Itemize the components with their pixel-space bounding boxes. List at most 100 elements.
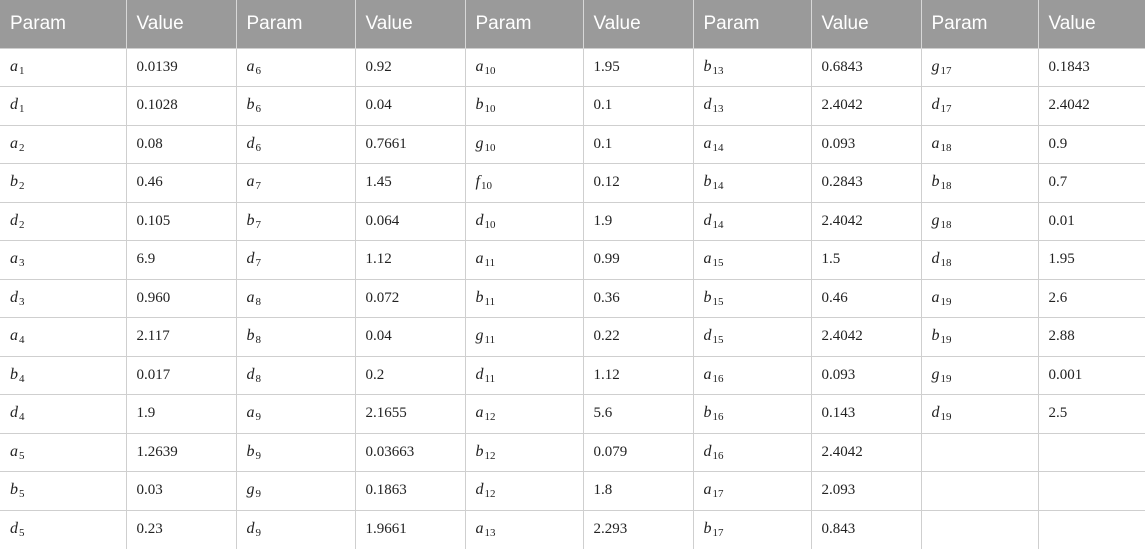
value-cell: 1.9 xyxy=(583,201,694,241)
param-cell: b5 xyxy=(0,471,127,510)
param-symbol: d xyxy=(246,520,255,537)
param-subscript: 8 xyxy=(255,334,262,347)
param-symbol: a xyxy=(703,250,712,268)
value-cell: 2.4042 xyxy=(811,432,922,472)
param-cell: d13 xyxy=(693,86,812,125)
param-cell: a9 xyxy=(236,394,356,433)
param-subscript: 2 xyxy=(19,218,25,231)
param-subscript: 10 xyxy=(480,180,492,193)
param-subscript: 4 xyxy=(19,372,25,385)
param-header: Param xyxy=(921,0,1039,48)
param-symbol: a xyxy=(703,365,712,383)
value-cell: 0.1 xyxy=(583,124,694,164)
param-cell: a14 xyxy=(693,124,812,164)
param-symbol: b xyxy=(703,57,712,75)
value-cell: 0.7 xyxy=(1038,163,1145,202)
value-cell: 0.1 xyxy=(583,86,694,125)
param-symbol: d xyxy=(931,404,940,422)
param-cell: a8 xyxy=(236,278,356,318)
param-cell: b19 xyxy=(921,317,1039,356)
param-cell: b14 xyxy=(693,163,812,202)
value-cell: 0.99 xyxy=(583,240,694,279)
table-row: d2 0.105 b7 0.064 d10 1.9 d14 2.4042 g18 0.01 xyxy=(0,201,1145,241)
value-cell: 2.6 xyxy=(1038,278,1145,318)
param-symbol: b xyxy=(246,327,255,345)
param-cell: b9 xyxy=(236,432,356,472)
param-subscript: 16 xyxy=(712,372,724,385)
table-row: a3 6.9 d7 1.12 a11 0.99 a15 1.5 d18 1.95 xyxy=(0,240,1145,279)
value-cell: 1.12 xyxy=(583,355,694,395)
value-cell: 0.1863 xyxy=(355,471,466,510)
param-cell: d12 xyxy=(465,471,584,510)
param-symbol: d xyxy=(931,96,940,114)
param-symbol: d xyxy=(475,211,484,229)
param-cell: a19 xyxy=(921,278,1039,318)
value-cell: 0.36 xyxy=(583,278,694,318)
value-cell: 0.46 xyxy=(811,278,922,318)
param-cell: a12 xyxy=(465,394,584,433)
param-cell: d19 xyxy=(921,394,1039,433)
param-symbol: a xyxy=(246,57,255,75)
value-cell: 1.8 xyxy=(583,471,694,510)
param-symbol: d xyxy=(10,404,18,422)
value-cell xyxy=(1038,509,1145,549)
param-symbol: d xyxy=(10,520,18,537)
value-cell: 0.064 xyxy=(355,201,466,241)
param-subscript: 13 xyxy=(712,64,724,77)
param-cell: b15 xyxy=(693,278,812,318)
param-symbol: f xyxy=(475,173,480,191)
param-subscript: 5 xyxy=(19,527,25,539)
value-cell: 1.95 xyxy=(1038,240,1145,279)
param-symbol: b xyxy=(10,173,18,191)
param-cell: d15 xyxy=(693,317,812,356)
value-cell: 0.08 xyxy=(126,124,237,164)
param-cell: b12 xyxy=(465,432,584,472)
param-subscript: 17 xyxy=(712,527,724,539)
param-symbol: b xyxy=(703,520,712,537)
param-subscript: 14 xyxy=(712,141,724,154)
param-subscript: 8 xyxy=(255,372,262,385)
value-cell: 0.072 xyxy=(355,278,466,318)
value-cell: 0.2 xyxy=(355,355,466,395)
param-symbol: b xyxy=(10,481,18,499)
param-header: Param xyxy=(693,0,812,48)
param-subscript: 8 xyxy=(255,295,262,308)
param-cell: a4 xyxy=(0,317,127,356)
value-cell: 0.6843 xyxy=(811,47,922,87)
param-symbol: a xyxy=(10,57,18,75)
param-cell: b10 xyxy=(465,86,584,125)
param-subscript: 19 xyxy=(940,334,952,347)
value-cell xyxy=(1038,432,1145,472)
header-row: Param Value Param Value Param Value Param Value… xyxy=(0,0,1145,48)
value-cell: 0.0139 xyxy=(126,47,237,87)
param-symbol: a xyxy=(931,288,940,306)
param-subscript: 10 xyxy=(484,141,496,154)
table-row: b2 0.46 a7 1.45 f10 0.12 b14 0.2843 b18 0.7 xyxy=(0,163,1145,202)
param-subscript: 19 xyxy=(940,372,952,385)
param-subscript: 6 xyxy=(255,141,262,154)
param-cell: d18 xyxy=(921,240,1039,279)
param-cell: g9 xyxy=(236,471,356,510)
value-cell: 0.960 xyxy=(126,278,237,318)
param-subscript: 18 xyxy=(940,180,952,193)
param-subscript: 15 xyxy=(712,257,724,270)
param-subscript: 3 xyxy=(19,295,25,308)
param-symbol: b xyxy=(931,173,940,191)
value-cell: 0.093 xyxy=(811,355,922,395)
param-subscript: 10 xyxy=(484,103,496,116)
param-symbol: d xyxy=(703,211,712,229)
param-cell: b8 xyxy=(236,317,356,356)
table-row: d1 0.1028 b6 0.04 b10 0.1 d13 2.4042 d17 2.4042 xyxy=(0,86,1145,125)
param-cell: d17 xyxy=(921,86,1039,125)
param-cell: d3 xyxy=(0,278,127,318)
param-cell: d16 xyxy=(693,432,812,472)
param-symbol: b xyxy=(475,96,484,114)
param-subscript: 16 xyxy=(712,449,724,462)
value-cell: 1.9661 xyxy=(355,509,466,549)
param-cell: a15 xyxy=(693,240,812,279)
table-row: a5 1.2639 b9 0.03663 b12 0.079 d16 2.4042 xyxy=(0,432,1145,472)
param-symbol: d xyxy=(703,96,712,114)
value-cell xyxy=(1038,471,1145,510)
value-header: Value xyxy=(126,0,237,48)
param-subscript: 9 xyxy=(255,411,262,424)
